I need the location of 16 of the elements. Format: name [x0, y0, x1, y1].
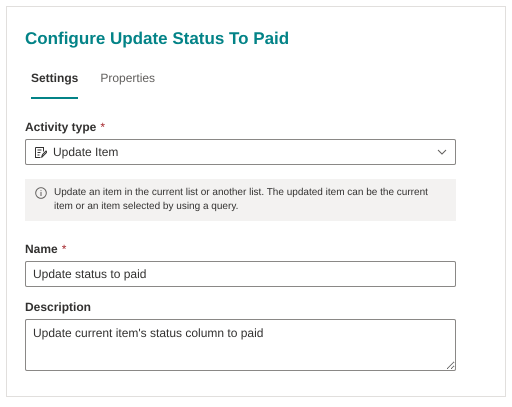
- dropdown-value: Update Item: [53, 144, 120, 161]
- edit-document-icon: [34, 146, 47, 158]
- tab[interactable]: Properties: [100, 69, 156, 99]
- field-label: Activity type: [25, 119, 96, 135]
- required-asterisk: *: [100, 119, 106, 135]
- info-icon: [35, 187, 47, 199]
- panel-title: Configure Update Status To Paid: [25, 28, 290, 50]
- required-asterisk: *: [62, 241, 66, 257]
- info-text: Update an item in the current list or another list. The updated item can be the current item or an item selected by using a query.: [54, 186, 429, 214]
- tab[interactable]: Settings: [31, 69, 78, 99]
- name-input[interactable]: Update status to paid: [25, 261, 456, 287]
- chevron-down-icon: [437, 149, 447, 155]
- field-label: Name: [25, 241, 58, 257]
- description-textarea[interactable]: Update current item's status column to paid: [25, 319, 456, 371]
- activity-type-dropdown[interactable]: Update Item: [25, 139, 456, 165]
- field-label: Description: [25, 299, 92, 315]
